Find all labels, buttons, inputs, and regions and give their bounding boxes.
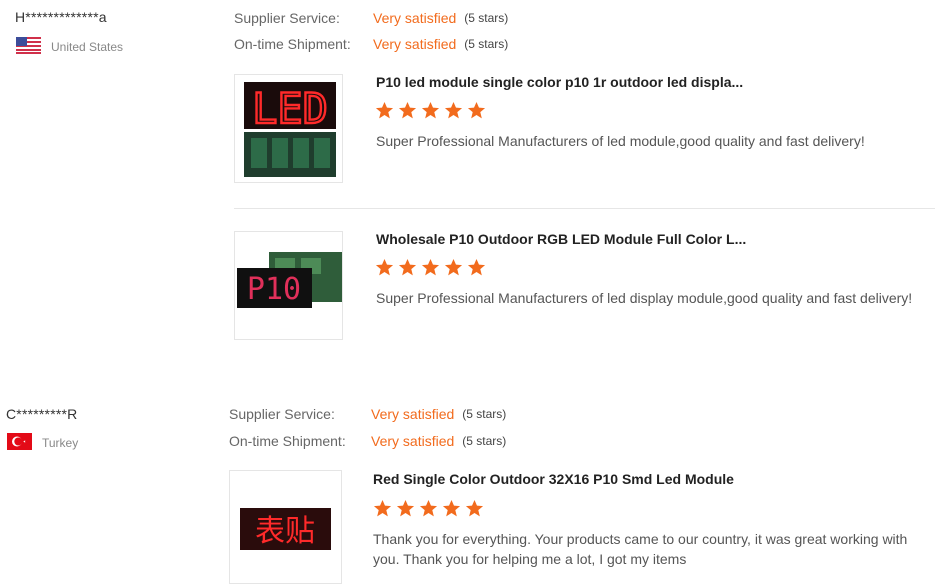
supplier-service-value: Very satisfied bbox=[371, 406, 455, 422]
shipment-label: On-time Shipment: bbox=[229, 433, 346, 449]
star-icon bbox=[465, 499, 484, 517]
shipment-stars: (5 stars) bbox=[462, 434, 507, 448]
star-icon bbox=[442, 499, 461, 517]
product-star-rating bbox=[373, 499, 484, 518]
product-title-link[interactable]: Red Single Color Outdoor 32X16 P10 Smd L… bbox=[373, 471, 734, 487]
review-card: C*********R Turkey Supplier Service: Ver… bbox=[0, 0, 935, 584]
star-icon bbox=[396, 499, 415, 517]
shipment-rating: On-time Shipment: Very satisfied (5 star… bbox=[229, 433, 506, 449]
star-icon bbox=[373, 499, 392, 517]
product-comment: Thank you for everything. Your products … bbox=[373, 531, 908, 567]
reviewer-name: C*********R bbox=[6, 406, 78, 422]
star-icon bbox=[419, 499, 438, 517]
shipment-value: Very satisfied bbox=[371, 433, 455, 449]
reviewer-country: Turkey bbox=[7, 433, 78, 453]
country-name: Turkey bbox=[42, 436, 79, 450]
product-thumbnail[interactable]: 表贴 bbox=[229, 470, 342, 584]
supplier-service-label: Supplier Service: bbox=[229, 406, 335, 422]
supplier-service-rating: Supplier Service: Very satisfied (5 star… bbox=[229, 406, 506, 422]
turkey-flag-icon bbox=[7, 433, 32, 453]
supplier-service-stars: (5 stars) bbox=[462, 407, 507, 421]
thumb-chinese-text: 表贴 bbox=[255, 514, 315, 549]
